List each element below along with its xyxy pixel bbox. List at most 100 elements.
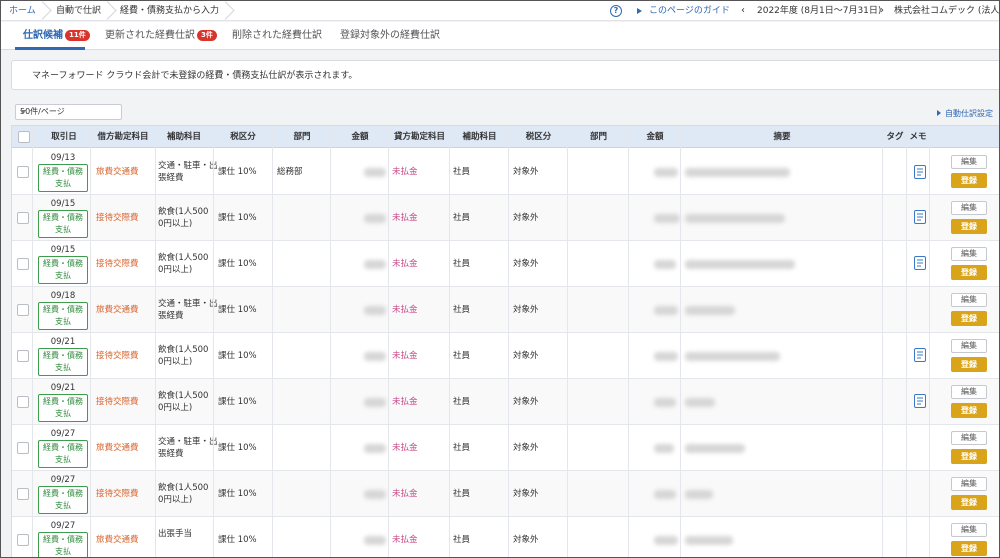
page-guide-link[interactable]: このページのガイド (649, 1, 730, 21)
credit-account[interactable]: 未払金 (392, 304, 418, 316)
credit-account[interactable]: 未払金 (392, 212, 418, 224)
debit-account[interactable]: 旅費交通費 (96, 166, 139, 178)
tab-updated-expenses[interactable]: 更新された経費仕訳 3件 (105, 22, 217, 50)
table-row[interactable]: 09/21 経費・債務 支払 接待交際費 飲食(1人500 0円以上) 課仕 10% 未払金社… (12, 333, 999, 379)
row-checkbox[interactable] (17, 442, 29, 454)
edit-button[interactable]: 編集 (951, 523, 987, 537)
col-debit-account: 借方勘定科目 (97, 132, 149, 142)
register-button[interactable]: 登録 (951, 357, 987, 372)
debit-sub-account-line: 飲食(1人500 (158, 253, 209, 263)
edit-button[interactable]: 編集 (951, 477, 987, 491)
credit-amount-redacted (654, 214, 680, 223)
credit-tax-category: 対象外 (513, 259, 539, 269)
table-row[interactable]: 09/27 経費・債務 支払 接待交際費 飲食(1人500 0円以上) 課仕 10% 未払金社… (12, 471, 999, 517)
row-checkbox[interactable] (17, 258, 29, 270)
edit-button[interactable]: 編集 (951, 431, 987, 445)
help-circle-icon[interactable]: ? (610, 5, 622, 17)
debit-account[interactable]: 旅費交通費 (96, 304, 139, 316)
credit-account[interactable]: 未払金 (392, 258, 418, 270)
table-row[interactable]: 09/15 経費・債務 支払 接待交際費 飲食(1人500 0円以上) 課仕 10% 未払金社… (12, 241, 999, 287)
credit-account[interactable]: 未払金 (392, 396, 418, 408)
edit-button[interactable]: 編集 (951, 155, 987, 169)
chevron-left-icon[interactable]: ‹ (741, 1, 745, 21)
register-button[interactable]: 登録 (951, 541, 987, 556)
table-row[interactable]: 09/27 経費・債務 支払 旅費交通費 交通・駐車・出 張経費 課仕 10% 未払金 社員 対象… (12, 425, 999, 471)
debit-sub-account-line: 交通・駐車・出 (158, 299, 218, 309)
debit-account[interactable]: 旅費交通費 (96, 442, 139, 454)
tab-deleted-expenses[interactable]: 削除された経費仕訳 (232, 22, 322, 50)
description-redacted (685, 260, 795, 269)
transaction-date: 09/27 (50, 521, 76, 531)
col-debit-sub: 補助科目 (166, 132, 201, 142)
credit-account[interactable]: 未払金 (392, 534, 418, 546)
debit-account[interactable]: 接待交際費 (96, 396, 139, 408)
auto-journal-settings-link[interactable]: 自動仕訳設定 (937, 108, 993, 119)
col-credit-account: 貸方勘定科目 (393, 132, 445, 142)
row-checkbox[interactable] (17, 212, 29, 224)
debit-account[interactable]: 旅費交通費 (96, 534, 139, 546)
memo-icon[interactable] (914, 210, 926, 224)
col-debit-amount: 金額 (351, 132, 369, 142)
credit-tax-category: 対象外 (513, 535, 539, 545)
source-tag: 経費・債務 支払 (38, 486, 88, 514)
debit-account[interactable]: 接待交際費 (96, 258, 139, 270)
info-message: マネーフォワード クラウド会計で未登録の経費・債務支払仕訳が表示されます。 (32, 71, 358, 81)
debit-amount-redacted (364, 536, 386, 545)
tab-label: 登録対象外の経費仕訳 (340, 30, 440, 41)
edit-button[interactable]: 編集 (951, 293, 987, 307)
table-row[interactable]: 09/15 経費・債務 支払 接待交際費 飲食(1人500 0円以上) 課仕 10% 未払金社… (12, 195, 999, 241)
memo-icon[interactable] (914, 394, 926, 408)
source-tag-line: 支払 (55, 225, 71, 234)
memo-icon[interactable] (914, 348, 926, 362)
column-divider (567, 126, 568, 557)
row-checkbox[interactable] (17, 304, 29, 316)
register-button[interactable]: 登録 (951, 403, 987, 418)
row-checkbox[interactable] (17, 488, 29, 500)
credit-account[interactable]: 未払金 (392, 166, 418, 178)
per-page-select[interactable]: 50件/ページ (15, 104, 122, 120)
column-divider (90, 126, 91, 557)
table-row[interactable]: 09/27 経費・債務 支払 旅費交通費 出張手当 課仕 10% 未払金 社員 対象外 編集 登録 (12, 517, 999, 557)
chevron-right-icon[interactable]: › (880, 1, 884, 21)
edit-button[interactable]: 編集 (951, 339, 987, 353)
tab-label: 更新された経費仕訳 (105, 30, 195, 41)
select-all-checkbox[interactable] (18, 131, 30, 143)
debit-sub-account-line: 0円以上) (158, 495, 193, 505)
tab-excluded-expenses[interactable]: 登録対象外の経費仕訳 (340, 22, 440, 50)
register-button[interactable]: 登録 (951, 173, 987, 188)
memo-icon[interactable] (914, 165, 926, 179)
row-checkbox[interactable] (17, 166, 29, 178)
register-button[interactable]: 登録 (951, 219, 987, 234)
register-button[interactable]: 登録 (951, 495, 987, 510)
row-checkbox[interactable] (17, 350, 29, 362)
table-row[interactable]: 09/18 経費・債務 支払 旅費交通費 交通・駐車・出 張経費 課仕 10% 未払金 社員 対象… (12, 287, 999, 333)
credit-account[interactable]: 未払金 (392, 488, 418, 500)
edit-button[interactable]: 編集 (951, 247, 987, 261)
row-checkbox[interactable] (17, 534, 29, 546)
tab-journal-candidates[interactable]: 仕訳候補 11件 (23, 22, 90, 50)
source-tag: 経費・債務 支払 (38, 210, 88, 238)
register-button[interactable]: 登録 (951, 265, 987, 280)
debit-department: 総務部 (277, 167, 303, 177)
breadcrumb-home[interactable]: ホーム (9, 1, 36, 21)
credit-account[interactable]: 未払金 (392, 442, 418, 454)
debit-amount-redacted (364, 490, 386, 499)
row-checkbox[interactable] (17, 396, 29, 408)
table-row[interactable]: 09/13 経費・債務 支払 旅費交通費 交通・駐車・出 張経費 課仕 10% 総務部 未払金社… (12, 149, 999, 195)
source-tag: 経費・債務 支払 (38, 440, 88, 468)
breadcrumb-auto-journal[interactable]: 自動で仕訳 (56, 1, 101, 21)
table-row[interactable]: 09/21 経費・債務 支払 接待交際費 飲食(1人500 0円以上) 課仕 10% 未払金社… (12, 379, 999, 425)
register-button[interactable]: 登録 (951, 311, 987, 326)
company-name[interactable]: 株式会社コムデック (法人) (894, 1, 999, 21)
credit-account[interactable]: 未払金 (392, 350, 418, 362)
edit-button[interactable]: 編集 (951, 385, 987, 399)
debit-account[interactable]: 接待交際費 (96, 350, 139, 362)
debit-tax-category: 課仕 10% (218, 489, 257, 499)
memo-icon[interactable] (914, 256, 926, 270)
register-button[interactable]: 登録 (951, 449, 987, 464)
source-tag-line: 支払 (55, 179, 71, 188)
edit-button[interactable]: 編集 (951, 201, 987, 215)
debit-account[interactable]: 接待交際費 (96, 488, 139, 500)
debit-account[interactable]: 接待交際費 (96, 212, 139, 224)
credit-tax-category: 対象外 (513, 213, 539, 223)
